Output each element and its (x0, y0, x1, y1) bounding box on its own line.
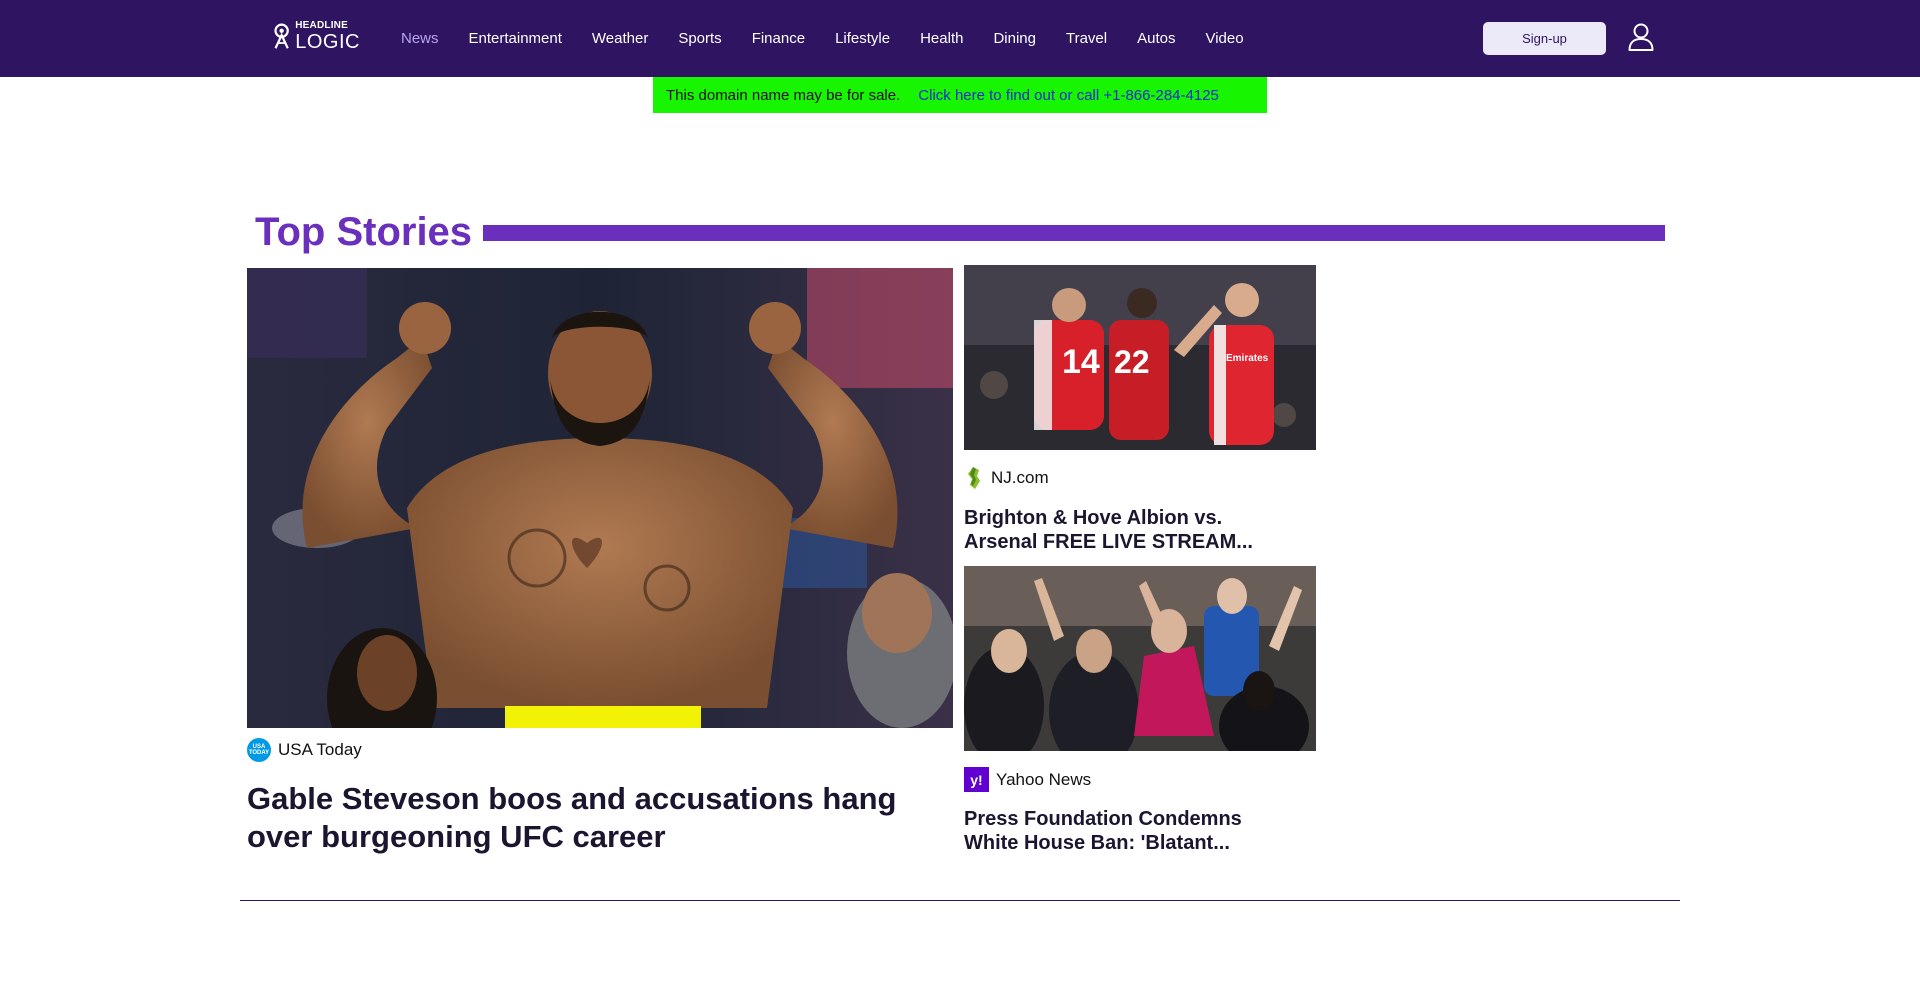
headline-logic-logo[interactable]: HEADLINE LOGIC (272, 20, 360, 52)
source-name: USA Today (278, 740, 362, 759)
nav-item-news[interactable]: News (386, 27, 454, 51)
svg-text:14: 14 (1062, 343, 1100, 381)
nav-item-finance[interactable]: Finance (737, 27, 820, 51)
main-story-headline[interactable]: Gable Steveson boos and accusations hang… (247, 780, 953, 856)
top-stories-title: Top Stories (255, 210, 473, 254)
soccer-photo-illustration: 14 22 Emirates (964, 265, 1316, 450)
main-nav: News Entertainment Weather Sports Financ… (386, 27, 1259, 51)
side-story-headline[interactable]: Brighton & Hove Albion vs. Arsenal FREE … (964, 506, 1284, 554)
nj-com-logo-icon (968, 467, 980, 489)
usa-today-logo-icon: USA TODAY (247, 738, 271, 762)
yahoo-news-logo-icon: y! (964, 767, 989, 792)
domain-sale-banner: This domain name may be for sale. Click … (653, 77, 1267, 113)
main-story-source[interactable]: USA TODAY USA Today (247, 738, 362, 762)
nav-item-travel[interactable]: Travel (1051, 27, 1122, 51)
side-story-source[interactable]: NJ.com (964, 466, 1049, 490)
domain-sale-link[interactable]: Click here to find out or call +1-866-28… (918, 87, 1219, 104)
user-icon[interactable] (1628, 23, 1654, 51)
press-room-photo-illustration (964, 566, 1316, 751)
fighter-photo-illustration (247, 268, 953, 728)
nav-item-autos[interactable]: Autos (1122, 27, 1190, 51)
nav-item-health[interactable]: Health (905, 27, 978, 51)
yahoo-logo-text: y! (970, 771, 983, 788)
logo-mark-icon (274, 23, 289, 49)
section-divider (240, 900, 1680, 901)
title-accent-bar (483, 225, 1665, 241)
nav-item-weather[interactable]: Weather (577, 27, 663, 51)
nav-item-sports[interactable]: Sports (663, 27, 736, 51)
nav-item-video[interactable]: Video (1190, 27, 1258, 51)
svg-text:Emirates: Emirates (1226, 353, 1269, 364)
source-name: NJ.com (991, 468, 1049, 487)
side-story-source[interactable]: y! Yahoo News (964, 767, 1091, 792)
logo-line-2: LOGIC (295, 30, 360, 53)
nav-item-entertainment[interactable]: Entertainment (454, 27, 577, 51)
side-story-image[interactable] (964, 566, 1316, 751)
side-story-headline[interactable]: Press Foundation Condemns White House Ba… (964, 807, 1284, 855)
signup-button[interactable]: Sign-up (1483, 22, 1606, 55)
logo-line-1: HEADLINE (295, 19, 348, 31)
source-name: Yahoo News (996, 769, 1092, 789)
nav-item-lifestyle[interactable]: Lifestyle (820, 27, 905, 51)
svg-text:22: 22 (1114, 344, 1150, 380)
nav-item-dining[interactable]: Dining (978, 27, 1051, 51)
main-story-image[interactable] (247, 268, 953, 728)
domain-sale-message: This domain name may be for sale. (666, 86, 901, 104)
side-story-image[interactable]: 14 22 Emirates (964, 265, 1316, 450)
top-navigation-bar: HEADLINE LOGIC News Entertainment Weathe… (0, 0, 1920, 77)
usa-today-logo-text: USA TODAY (248, 744, 270, 756)
